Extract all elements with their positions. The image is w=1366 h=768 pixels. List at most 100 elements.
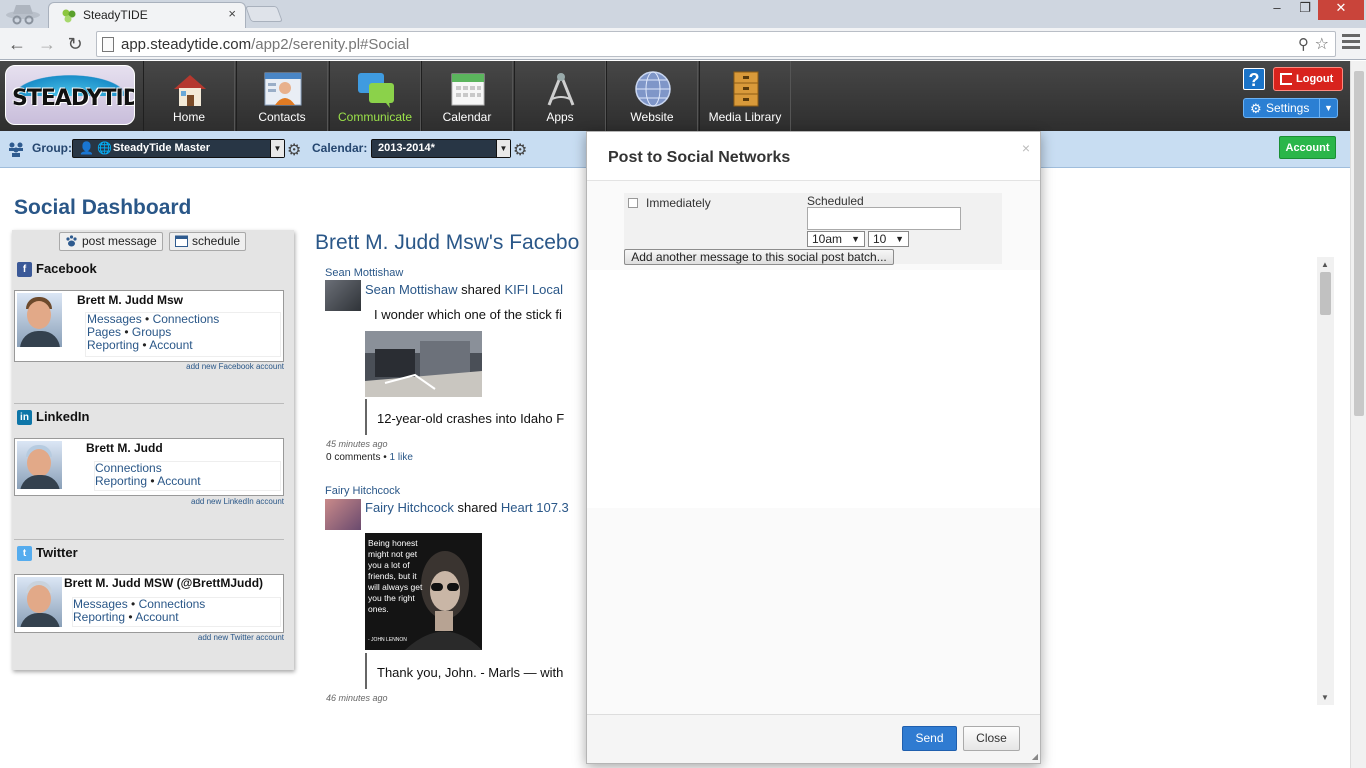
facebook-connections-link[interactable]: Connections (153, 312, 220, 326)
facebook-account-card: Brett M. Judd Msw Messages • Connections… (14, 290, 284, 362)
help-button[interactable]: ? (1243, 68, 1265, 90)
scheduled-date-input[interactable] (807, 207, 961, 230)
resize-handle-icon[interactable]: ◢ (1032, 752, 1038, 761)
minute-select-value: 10 (873, 232, 887, 246)
app-header: STEADYTIDE Home Contacts Communicate Cal… (0, 61, 1350, 131)
new-tab-button[interactable] (245, 6, 283, 22)
calendar-settings-gear-icon[interactable]: ⚙ (513, 140, 527, 160)
facebook-messages-link[interactable]: Messages (87, 312, 142, 326)
post-author-avatar[interactable] (325, 280, 361, 311)
nav-apps[interactable]: Apps (514, 61, 606, 131)
address-bar[interactable]: app.steadytide.com/app2/serenity.pl#Soci… (96, 31, 1336, 57)
post-headline-name[interactable]: Fairy Hitchcock (365, 500, 454, 515)
nav-contacts[interactable]: Contacts (236, 61, 328, 131)
linkedin-account-link[interactable]: Account (157, 474, 200, 488)
twitter-reporting-link[interactable]: Reporting (73, 610, 125, 624)
settings-dropdown-icon[interactable]: ▼ (1319, 99, 1337, 117)
post-headline-target[interactable]: Heart 107.3 (501, 500, 569, 515)
hour-select[interactable]: 10am ▼ (807, 231, 865, 247)
group-select[interactable]: 👤 🌐 SteadyTide Master ▼ (72, 139, 285, 158)
window-maximize-button[interactable]: ❐ (1292, 0, 1318, 20)
scroll-down-icon[interactable]: ▼ (1321, 693, 1329, 702)
twitter-bird-icon: t (17, 546, 32, 561)
minute-select[interactable]: 10 ▼ (868, 231, 909, 247)
tab-close-icon[interactable]: × (228, 6, 236, 21)
post-time: 46 minutes ago (326, 693, 388, 703)
window-minimize-button[interactable]: ‒ (1264, 0, 1290, 20)
schedule-button[interactable]: schedule (169, 232, 247, 251)
nav-contacts-label: Contacts (258, 110, 306, 124)
post-image-quote[interactable]: Being honest might not get you a lot of … (365, 533, 482, 650)
add-linkedin-account-link[interactable]: add new LinkedIn account (191, 497, 284, 506)
dialog-close-icon[interactable]: × (1022, 140, 1030, 156)
post-headline-target[interactable]: KIFI Local (505, 282, 564, 297)
calendar-select[interactable]: 2013-2014* ▼ (371, 139, 511, 158)
divider (14, 539, 284, 540)
twitter-account-link[interactable]: Account (135, 610, 178, 624)
post-message-button[interactable]: post message (59, 232, 163, 251)
settings-button[interactable]: ⚙ Settings ▼ (1243, 98, 1338, 118)
post-headline-name[interactable]: Sean Mottishaw (365, 282, 458, 297)
feed-scrollbar-thumb[interactable] (1320, 272, 1331, 315)
post-time: 45 minutes ago (326, 439, 388, 449)
bookmark-star-icon[interactable]: ☆ (1315, 34, 1329, 54)
nav-website[interactable]: Website (606, 61, 698, 131)
steadytide-favicon-icon (62, 9, 76, 23)
nav-media-library[interactable]: Media Library (699, 61, 791, 131)
zoom-icon[interactable]: ⚲ (1298, 35, 1309, 53)
facebook-account-link[interactable]: Account (149, 338, 192, 352)
close-button[interactable]: Close (963, 726, 1020, 751)
dialog-message-area (587, 270, 1040, 508)
facebook-groups-link[interactable]: Groups (132, 325, 171, 339)
group-people-icon (9, 142, 23, 157)
account-button[interactable]: Account (1279, 136, 1336, 159)
post-likes-count[interactable]: 1 like (390, 452, 413, 463)
twitter-messages-link[interactable]: Messages (73, 597, 128, 611)
post-image-crash[interactable] (365, 331, 482, 397)
group-settings-gear-icon[interactable]: ⚙ (287, 140, 301, 160)
window-close-button[interactable]: ✕ (1318, 0, 1364, 20)
facebook-pages-link[interactable]: Pages (87, 325, 121, 339)
back-arrow-icon[interactable]: ← (5, 32, 29, 56)
website-icon (635, 71, 671, 107)
linkedin-reporting-link[interactable]: Reporting (95, 474, 147, 488)
post-author-link[interactable]: Sean Mottishaw (325, 267, 403, 279)
divider (14, 403, 284, 404)
logout-button[interactable]: Logout (1273, 67, 1343, 91)
post-comments-count[interactable]: 0 comments (326, 452, 380, 463)
post-author-avatar[interactable] (325, 499, 361, 530)
facebook-label: Facebook (36, 261, 97, 276)
browser-tab[interactable]: SteadyTIDE × (48, 2, 246, 28)
twitter-section-title: t Twitter (17, 545, 78, 561)
url-path: /app2/serenity.pl#Social (251, 36, 410, 53)
reload-icon[interactable]: ↻ (63, 32, 87, 56)
linkedin-connections-link[interactable]: Connections (95, 461, 162, 475)
page-title: Social Dashboard (14, 196, 192, 219)
send-button[interactable]: Send (902, 726, 957, 751)
forward-arrow-icon[interactable]: → (35, 32, 59, 56)
nav-communicate[interactable]: Communicate (329, 61, 421, 131)
nav-home[interactable]: Home (143, 61, 235, 131)
globe-icon: 🌐 (97, 141, 112, 155)
add-facebook-account-link[interactable]: add new Facebook account (186, 362, 284, 371)
add-another-message-button[interactable]: Add another message to this social post … (624, 249, 894, 265)
page-scrollbar[interactable] (1350, 61, 1366, 768)
feed-scrollbar[interactable]: ▲ ▼ (1317, 257, 1334, 705)
post-quote[interactable]: 12-year-old crashes into Idaho F (377, 411, 564, 426)
post-quote[interactable]: Thank you, John. - Marls — with (377, 665, 563, 680)
facebook-reporting-link[interactable]: Reporting (87, 338, 139, 352)
nav-calendar[interactable]: Calendar (421, 61, 513, 131)
facebook-account-name: Brett M. Judd Msw (77, 293, 184, 307)
twitter-connections-link[interactable]: Connections (139, 597, 206, 611)
post-headline-verb: shared (461, 282, 501, 297)
nav-home-label: Home (172, 110, 205, 124)
twitter-account-name: Brett M. Judd MSW (@BrettMJudd) (64, 576, 264, 590)
browser-menu-icon[interactable] (1342, 34, 1360, 52)
page-scrollbar-thumb[interactable] (1354, 71, 1364, 416)
immediately-checkbox[interactable] (628, 198, 638, 208)
logo-text: STEADYTIDE (12, 86, 134, 111)
scroll-up-icon[interactable]: ▲ (1321, 260, 1329, 269)
steadytide-logo[interactable]: STEADYTIDE (5, 65, 135, 125)
post-author-link[interactable]: Fairy Hitchcock (325, 485, 400, 497)
add-twitter-account-link[interactable]: add new Twitter account (198, 633, 284, 642)
